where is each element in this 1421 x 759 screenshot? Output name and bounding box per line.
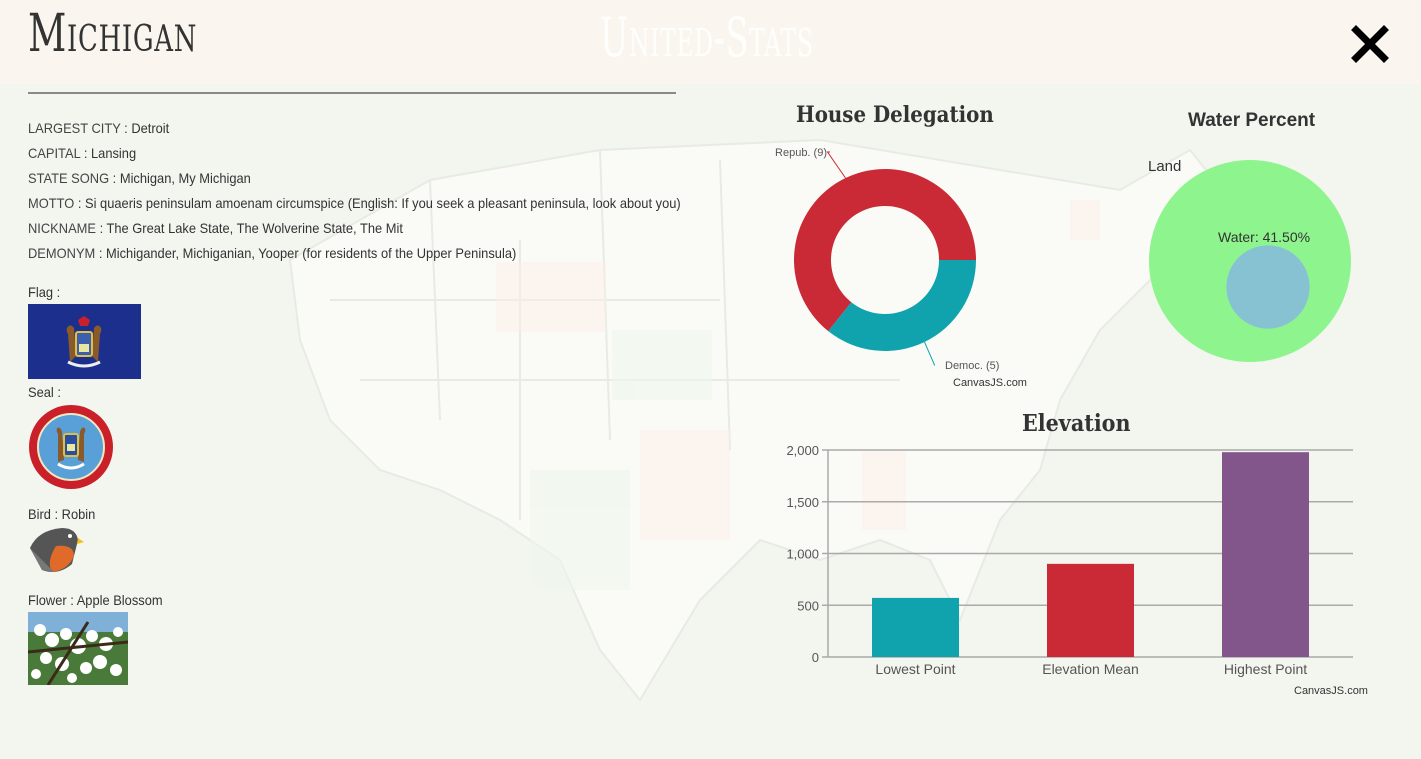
y-tick-label: 1,000: [786, 547, 819, 562]
y-tick-label: 0: [812, 650, 819, 665]
house-delegation-chart: Repub. (9) Democ. (5): [775, 147, 999, 372]
elevation-chart-credit[interactable]: CanvasJS.com: [1294, 685, 1368, 697]
bird-label: Bird : Robin: [28, 506, 96, 522]
land-label: Land: [1148, 158, 1181, 175]
bar-highest-point[interactable]: [1222, 452, 1309, 657]
slice-leader-line: [826, 151, 846, 179]
fact-state-song: STATE SONG : Michigan, My Michigan: [28, 170, 251, 186]
header-bar: Michigan United-Stats: [0, 0, 1421, 84]
seal-label: Seal :: [28, 384, 61, 400]
fact-capital: CAPITAL : Lansing: [28, 145, 137, 161]
fact-demonym: DEMONYM : Michigander, Michiganian, Yoop…: [28, 245, 517, 261]
donut-slice-democ[interactable]: [828, 260, 976, 351]
seal-image: [29, 405, 113, 489]
flower-image: [28, 612, 128, 685]
flag-image: [28, 304, 141, 379]
water-percent-title: Water Percent: [1188, 110, 1316, 131]
x-tick-label: Elevation Mean: [1042, 661, 1139, 677]
house-chart-credit[interactable]: CanvasJS.com: [953, 377, 1027, 389]
close-icon[interactable]: [1350, 24, 1390, 64]
facts-list: LARGEST CITY : Detroit CAPITAL : Lansing…: [28, 116, 737, 266]
water-circle[interactable]: [1226, 245, 1310, 329]
y-tick-label: 1,500: [786, 495, 819, 510]
site-title: United-Stats: [600, 6, 814, 69]
bar-elevation-mean[interactable]: [1047, 563, 1134, 657]
state-title: Michigan: [28, 4, 198, 64]
slice-label: Repub. (9): [775, 147, 827, 159]
slice-label: Democ. (5): [945, 360, 999, 372]
robin-icon: [30, 528, 84, 572]
slice-leader-line: [924, 341, 935, 366]
x-tick-label: Lowest Point: [875, 661, 955, 677]
y-tick-label: 2,000: [786, 443, 819, 458]
flower-label: Flower : Apple Blossom: [28, 592, 163, 608]
fact-motto: MOTTO : Si quaeris peninsulam amoenam ci…: [28, 195, 681, 211]
fact-nickname: NICKNAME : The Great Lake State, The Wol…: [28, 220, 403, 236]
elevation-title: Elevation: [1022, 410, 1131, 437]
water-percent-chart: Land Water: 41.50%: [1148, 158, 1351, 362]
flag-label: Flag :: [28, 284, 61, 300]
water-label: Water: 41.50%: [1218, 229, 1310, 245]
bar-lowest-point[interactable]: [872, 597, 959, 657]
header-divider: [28, 92, 676, 94]
house-delegation-title: House Delegation: [796, 102, 994, 128]
elevation-chart: 0 500 1,000 1,500 2,000 Lowest Point Elevation…: [786, 443, 1353, 677]
x-tick-label: Highest Point: [1224, 661, 1307, 677]
fact-largest-city: LARGEST CITY : Detroit: [28, 120, 170, 136]
y-tick-label: 500: [797, 598, 819, 613]
